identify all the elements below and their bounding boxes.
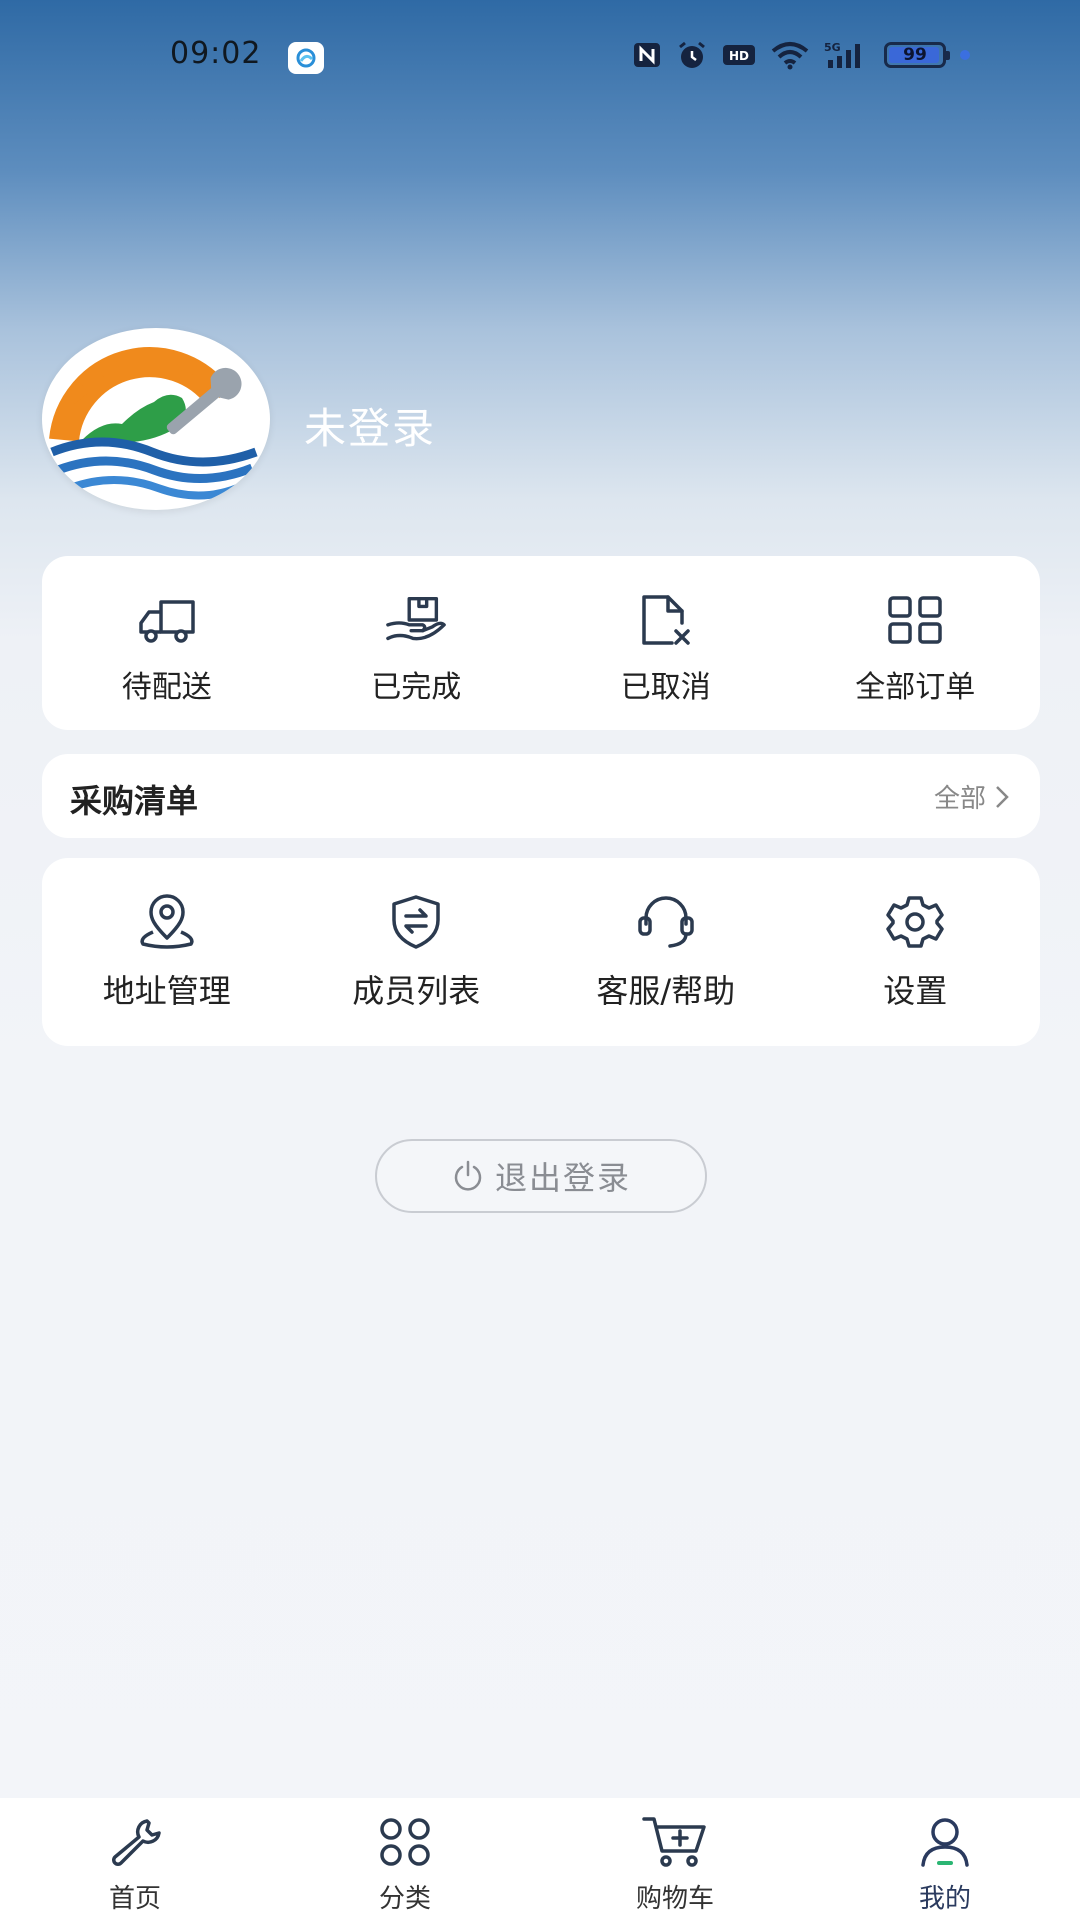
purchase-list-all-label: 全部 <box>933 784 986 814</box>
hand-box-icon <box>384 592 448 648</box>
status-time: 09:02 <box>170 36 262 71</box>
purchase-list-row[interactable]: 采购清单 全部 <box>42 754 1040 838</box>
user-icon <box>917 1814 973 1870</box>
power-icon <box>454 1160 482 1191</box>
svg-text:HD: HD <box>729 49 749 63</box>
order-completed-label: 已完成 <box>371 670 462 705</box>
hd-icon: HD <box>723 45 755 65</box>
tab-cart-label: 购物车 <box>635 1884 714 1914</box>
customer-service-help[interactable]: 客服/帮助 <box>541 858 791 1046</box>
tab-category-label: 分类 <box>378 1884 431 1914</box>
category-icon <box>376 1814 434 1870</box>
tab-mine[interactable]: 我的 <box>810 1798 1080 1920</box>
order-pending-label: 待配送 <box>121 670 212 705</box>
wrench-icon <box>107 1814 163 1870</box>
order-cancelled[interactable]: 已取消 <box>541 556 791 730</box>
nfc-icon <box>634 43 660 67</box>
customer-service-label: 客服/帮助 <box>596 972 736 1010</box>
purchase-list-all-link[interactable]: 全部 <box>934 778 1010 815</box>
tab-cart[interactable]: 购物车 <box>540 1798 810 1920</box>
status-bar: 09:02 HD 5G 99 <box>0 0 1080 110</box>
tab-home-label: 首页 <box>108 1884 161 1914</box>
shield-swap-icon <box>384 894 448 950</box>
avatar[interactable] <box>42 328 270 510</box>
order-completed[interactable]: 已完成 <box>292 556 542 730</box>
grid-icon <box>883 592 947 648</box>
logout-button[interactable]: 退出登录 <box>375 1139 707 1213</box>
svg-text:5G: 5G <box>824 41 841 54</box>
order-all[interactable]: 全部订单 <box>791 556 1041 730</box>
settings-label: 设置 <box>883 972 948 1010</box>
chevron-right-icon <box>996 785 1009 808</box>
address-management-label: 地址管理 <box>102 972 231 1010</box>
tab-home[interactable]: 首页 <box>0 1798 270 1920</box>
logout-label: 退出登录 <box>494 1159 631 1197</box>
order-pending-delivery[interactable]: 待配送 <box>42 556 292 730</box>
status-dot <box>960 50 970 60</box>
order-cancelled-label: 已取消 <box>620 670 711 705</box>
alarm-icon <box>679 41 705 68</box>
headset-icon <box>634 894 698 950</box>
location-pin-icon <box>135 894 199 950</box>
tab-category[interactable]: 分类 <box>270 1798 540 1920</box>
gear-icon <box>883 894 947 950</box>
services-card: 地址管理 成员列表 客服/帮助 设置 <box>42 858 1040 1046</box>
order-all-label: 全部订单 <box>855 670 976 705</box>
signal-5g-icon: 5G <box>824 41 860 68</box>
wifi-icon <box>771 42 809 70</box>
battery-icon: 99 <box>884 42 950 68</box>
bottom-tab-bar: 首页 分类 购物车 我的 <box>0 1798 1080 1920</box>
app-notification-icon <box>288 42 324 74</box>
address-management[interactable]: 地址管理 <box>42 858 292 1046</box>
settings[interactable]: 设置 <box>791 858 1041 1046</box>
cart-icon <box>642 1814 708 1870</box>
login-status[interactable]: 未登录 <box>304 395 436 456</box>
member-list[interactable]: 成员列表 <box>292 858 542 1046</box>
document-cancel-icon <box>634 592 698 648</box>
battery-level: 99 <box>903 45 927 65</box>
purchase-list-title: 采购清单 <box>70 782 199 820</box>
truck-icon <box>135 592 199 648</box>
status-icons: HD 5G 99 <box>632 40 970 70</box>
orders-card: 待配送 已完成 已取消 全部订单 <box>42 556 1040 730</box>
member-list-label: 成员列表 <box>352 972 481 1010</box>
tab-mine-label: 我的 <box>918 1884 971 1914</box>
